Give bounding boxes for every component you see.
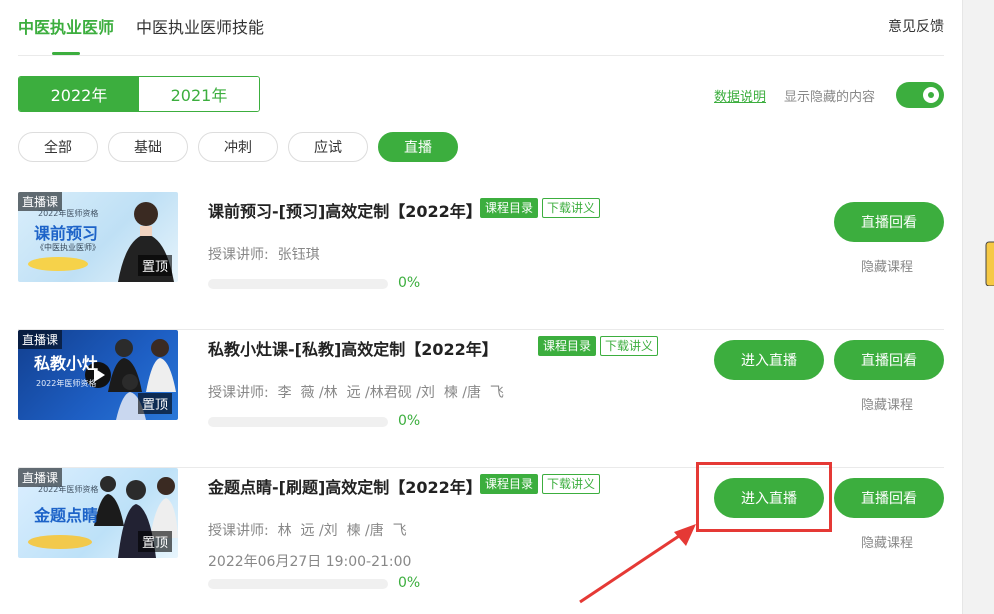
progress-bar <box>208 279 388 289</box>
show-hidden-toggle[interactable] <box>896 82 944 108</box>
tab-zhongyi-zhiye[interactable]: 中医执业医师 <box>18 14 114 38</box>
download-notes-tag[interactable]: 下载讲义 <box>542 198 601 218</box>
side-widget-icon[interactable] <box>984 238 994 286</box>
filter-bar: 全部 基础 冲刺 应试 直播 <box>18 132 458 162</box>
top-tab-bar: 中医执业医师 中医执业医师技能 意见反馈 <box>18 0 944 56</box>
course-catalog-tag[interactable]: 课程目录 <box>538 336 597 356</box>
progress-percent: 0% <box>398 575 421 591</box>
hide-course-link[interactable]: 隐藏课程 <box>861 532 913 551</box>
course-thumbnail[interactable]: 直播课 私教小灶 2022年医师资格 置顶 <box>18 330 178 420</box>
feedback-link[interactable]: 意见反馈 <box>888 16 944 36</box>
year-switch: 2022年 2021年 <box>18 76 260 112</box>
filter-all[interactable]: 全部 <box>18 132 98 162</box>
live-schedule-time: 2022年06月27日 19:00-21:00 <box>208 554 412 570</box>
thumb-live-tag: 直播课 <box>18 330 63 349</box>
tab-zhongyi-skill[interactable]: 中医执业医师技能 <box>136 14 264 38</box>
show-hidden-label: 显示隐藏的内容 <box>784 90 876 105</box>
highlight-box <box>696 462 832 532</box>
course-teachers: 授课讲师: 张钰琪 <box>208 247 320 263</box>
thumb-title: 私教小灶 <box>34 354 99 373</box>
live-replay-button[interactable]: 直播回看 <box>834 340 944 380</box>
hide-course-link[interactable]: 隐藏课程 <box>861 256 913 275</box>
course-thumbnail[interactable]: 直播课 2022年医师资格 课前预习 《中医执业医师》 置顶 <box>18 192 178 282</box>
progress-percent: 0% <box>398 413 421 429</box>
hide-course-link[interactable]: 隐藏课程 <box>861 394 913 413</box>
enter-live-button[interactable]: 进入直播 <box>714 340 824 380</box>
course-title[interactable]: 私教小灶课-[私教]高效定制【2022年】 <box>208 336 498 360</box>
progress-bar <box>208 417 388 427</box>
filter-live[interactable]: 直播 <box>378 132 458 162</box>
data-note-link[interactable]: 数据说明 <box>714 86 766 105</box>
course-title[interactable]: 课前预习-[预习]高效定制【2022年】 <box>208 198 482 222</box>
filter-basic[interactable]: 基础 <box>108 132 188 162</box>
download-notes-tag[interactable]: 下载讲义 <box>600 336 659 356</box>
right-gutter <box>962 0 994 614</box>
thumb-pinned-badge: 置顶 <box>137 393 172 414</box>
course-thumbnail[interactable]: 直播课 2022年医师资格 金题点睛 置顶 <box>18 468 178 558</box>
course-catalog-tag[interactable]: 课程目录 <box>480 474 539 494</box>
thumb-title: 金题点睛 <box>34 506 99 525</box>
annotation-arrow-icon <box>579 524 696 604</box>
filter-sprint[interactable]: 冲刺 <box>198 132 278 162</box>
progress-percent: 0% <box>398 275 421 291</box>
thumb-caption: 《中医执业医师》 <box>36 243 100 252</box>
course-item: 直播课 私教小灶 2022年医师资格 置顶 私教小灶课-[私教]高效定制【202… <box>18 330 944 468</box>
toggle-knob <box>923 87 939 103</box>
thumb-title: 课前预习 <box>34 224 99 243</box>
year-2022-button[interactable]: 2022年 <box>19 77 139 111</box>
year-2021-button[interactable]: 2021年 <box>139 77 259 111</box>
thumb-subtitle: 2022年医师资格 <box>38 485 99 494</box>
course-page: 中医执业医师 中医执业医师技能 意见反馈 2022年 2021年 数据说明 显示… <box>0 0 962 614</box>
thumb-pinned-badge: 置顶 <box>137 255 172 276</box>
progress-bar <box>208 579 388 589</box>
course-catalog-tag[interactable]: 课程目录 <box>480 198 539 218</box>
live-replay-button[interactable]: 直播回看 <box>834 478 944 518</box>
live-replay-button[interactable]: 直播回看 <box>834 202 944 242</box>
active-tab-indicator <box>52 52 80 55</box>
course-teachers: 授课讲师: 李 薇 /林 远 /林君砚 /刘 楝 /唐 飞 <box>208 385 504 401</box>
course-title[interactable]: 金题点睛-[刷题]高效定制【2022年】 <box>208 474 482 498</box>
filter-exam[interactable]: 应试 <box>288 132 368 162</box>
thumb-pinned-badge: 置顶 <box>137 531 172 552</box>
thumb-subtitle: 2022年医师资格 <box>38 209 99 218</box>
download-notes-tag[interactable]: 下载讲义 <box>542 474 601 494</box>
course-item: 直播课 2022年医师资格 课前预习 《中医执业医师》 置顶 课前预习-[预习]… <box>18 192 944 330</box>
course-teachers: 授课讲师: 林 远 /刘 楝 /唐 飞 <box>208 523 407 539</box>
thumb-caption: 2022年医师资格 <box>36 379 97 388</box>
